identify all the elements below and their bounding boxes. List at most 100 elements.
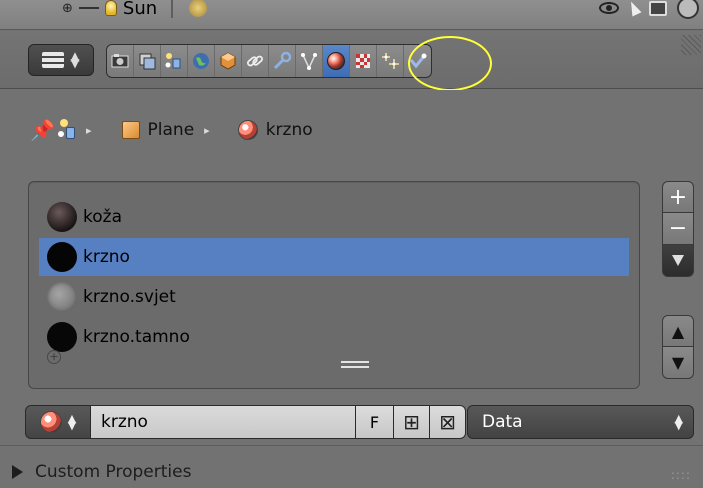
breadcrumb-object: Plane xyxy=(121,120,195,140)
list-item[interactable]: krzno.svjet xyxy=(39,278,629,316)
outliner-lamp-label[interactable]: Sun xyxy=(123,0,157,19)
plus-icon: ⊞ xyxy=(403,410,420,434)
tab-texture[interactable] xyxy=(350,45,377,77)
material-slot-name: krzno.svjet xyxy=(83,287,176,307)
list-item[interactable]: krzno.tamno xyxy=(39,318,629,356)
material-ball-icon xyxy=(237,120,258,140)
list-filter-toggle-icon[interactable]: + xyxy=(47,350,61,364)
chevron-up-icon: ▲ xyxy=(671,321,685,341)
tab-object-data[interactable] xyxy=(296,45,323,77)
object-icon xyxy=(220,52,236,70)
fake-user-button[interactable]: F xyxy=(356,405,394,439)
material-icon xyxy=(327,52,345,70)
minus-icon: − xyxy=(668,216,688,241)
close-icon: ⊠ xyxy=(439,410,456,434)
material-name-field[interactable]: krzno xyxy=(91,405,356,439)
properties-editor-icon xyxy=(42,52,65,68)
area-split-widget[interactable] xyxy=(681,35,701,55)
breadcrumb-arrow-icon: ▸ xyxy=(204,123,210,137)
properties-panel: 📌 ▸ Plane ▸ krzno koža krzno krzno.svjet… xyxy=(0,90,703,488)
breadcrumb-arrow-icon: ▸ xyxy=(86,123,92,137)
tab-physics[interactable] xyxy=(404,45,431,77)
slot-specials-menu-button[interactable] xyxy=(662,245,694,277)
render-icon xyxy=(111,54,129,68)
material-slots-list[interactable]: koža krzno krzno.svjet krzno.tamno + xyxy=(28,181,640,389)
list-resize-grip[interactable] xyxy=(341,361,369,368)
tab-constraints[interactable] xyxy=(242,45,269,77)
texture-icon xyxy=(356,54,370,68)
slot-buttons: + − xyxy=(662,181,694,277)
scene-context-icon xyxy=(58,119,82,141)
breadcrumb-object-label: Plane xyxy=(147,120,195,140)
add-slot-button[interactable]: + xyxy=(662,181,694,213)
new-material-button[interactable]: ⊞ xyxy=(394,405,430,439)
move-slot-down-button[interactable]: ▼ xyxy=(662,347,694,379)
tab-material[interactable] xyxy=(323,45,350,77)
slot-move-buttons: ▲ ▼ xyxy=(662,315,694,379)
constraints-icon xyxy=(247,55,263,67)
material-datablock-row: ▲ ▼ krzno F ⊞ ⊠ xyxy=(25,405,466,441)
material-swatch-icon xyxy=(47,322,77,352)
remove-slot-button[interactable]: − xyxy=(662,213,694,245)
list-item[interactable]: koža xyxy=(39,198,629,236)
lamp-icon xyxy=(104,0,117,16)
divider xyxy=(171,0,174,18)
material-slot-name: koža xyxy=(83,207,122,227)
unlink-material-button[interactable]: ⊠ xyxy=(430,405,466,439)
expand-toggle-icon[interactable]: ⊕ xyxy=(62,1,73,16)
panel-drag-handle-icon[interactable]: :::: xyxy=(671,468,691,482)
world-icon xyxy=(193,53,209,69)
disclosure-triangle-icon xyxy=(12,465,23,479)
visibility-eye-icon[interactable] xyxy=(599,2,619,14)
modifiers-icon xyxy=(273,51,292,70)
tab-scene[interactable] xyxy=(161,45,188,77)
custom-properties-panel[interactable]: Custom Properties :::: xyxy=(0,445,703,488)
list-item[interactable]: krzno xyxy=(39,238,629,276)
material-swatch-icon xyxy=(47,282,77,312)
tab-object[interactable] xyxy=(215,45,242,77)
object-data-icon xyxy=(301,53,317,70)
sun-lamp-data-icon[interactable] xyxy=(187,0,210,19)
object-cube-icon xyxy=(121,121,140,139)
material-swatch-icon xyxy=(47,202,77,232)
tab-world[interactable] xyxy=(188,45,215,77)
link-mode-value: Data xyxy=(482,412,523,432)
material-ball-icon xyxy=(39,411,62,433)
outliner-strip: ⊕ Sun xyxy=(0,0,703,30)
breadcrumb-material-label: krzno xyxy=(265,120,313,140)
updown-arrows-icon: ▲ ▼ xyxy=(674,412,683,432)
tab-modifiers[interactable] xyxy=(269,45,296,77)
triangle-down-icon xyxy=(672,255,684,266)
breadcrumb: 📌 ▸ Plane ▸ krzno xyxy=(30,114,313,146)
render-layers-icon xyxy=(139,53,156,70)
tab-render-layers[interactable] xyxy=(134,45,161,77)
pin-icon[interactable]: 📌 xyxy=(30,118,58,142)
selectability-cursor-icon[interactable] xyxy=(626,0,642,17)
scene-icon xyxy=(165,53,181,69)
plus-icon: + xyxy=(668,184,688,210)
editor-type-button[interactable]: ▲ ▼ xyxy=(28,44,94,76)
browse-material-button[interactable]: ▲ ▼ xyxy=(25,405,91,439)
outliner-restrict-columns xyxy=(599,0,703,20)
move-slot-up-button[interactable]: ▲ xyxy=(662,315,694,347)
updown-arrows-icon: ▲ ▼ xyxy=(70,49,80,70)
particles-icon xyxy=(382,53,399,69)
circle-icon[interactable] xyxy=(677,0,699,19)
material-slot-name: krzno xyxy=(83,247,130,267)
context-tabs xyxy=(106,44,432,78)
custom-properties-header[interactable]: Custom Properties xyxy=(12,462,191,482)
link-mode-dropdown[interactable]: Data ▲ ▼ xyxy=(467,405,694,439)
outliner-sun-row[interactable]: ⊕ Sun xyxy=(62,0,210,20)
tab-particles[interactable] xyxy=(377,45,404,77)
properties-header: ▲ ▼ xyxy=(0,31,703,91)
material-slot-name: krzno.tamno xyxy=(83,327,190,347)
material-swatch-icon xyxy=(47,242,77,272)
physics-icon xyxy=(409,53,426,69)
renderability-camera-icon[interactable] xyxy=(649,0,667,16)
tab-render[interactable] xyxy=(107,45,134,77)
updown-arrows-icon: ▲ ▼ xyxy=(67,412,77,432)
chevron-down-icon: ▼ xyxy=(671,353,685,372)
custom-properties-label: Custom Properties xyxy=(35,462,192,482)
tree-line xyxy=(78,7,99,9)
breadcrumb-material: krzno xyxy=(237,120,313,140)
